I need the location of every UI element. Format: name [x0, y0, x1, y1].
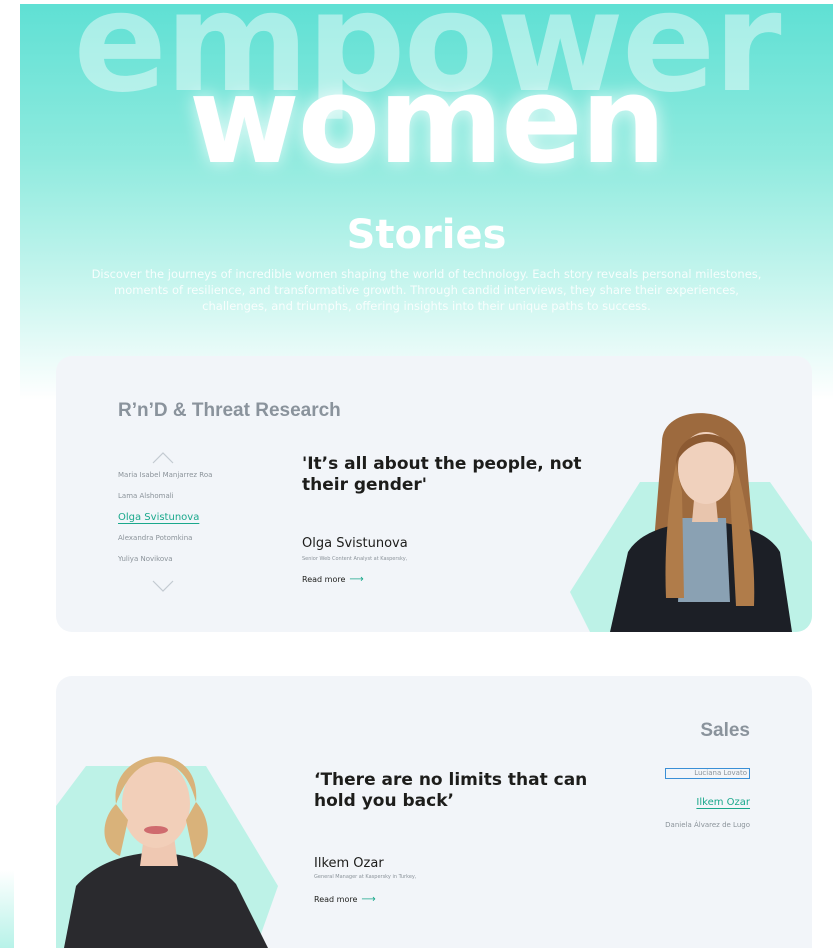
person-role: Senior Web Content Analyst at Kaspersky,: [302, 556, 408, 562]
hero-word-women: women: [188, 52, 666, 191]
portrait-photo-ilkem: [56, 716, 286, 948]
list-item[interactable]: Lama Alshomali: [118, 486, 212, 507]
hero-banner: empower women Stories Discover the journ…: [20, 4, 833, 400]
arrow-right-icon: ⟶: [361, 894, 376, 905]
chevron-down-icon[interactable]: [152, 580, 174, 592]
read-more-link[interactable]: Read more ⟶: [302, 574, 364, 585]
story-card-rnd: R’n’D & Threat Research Maria Isabel Man…: [56, 356, 812, 632]
list-item-focused[interactable]: Luciana Lovato: [665, 768, 750, 779]
people-list: Luciana Lovato Ilkem Ozar Daniela Álvare…: [665, 768, 750, 837]
read-more-label: Read more: [302, 575, 346, 584]
person-name: Olga Svistunova: [302, 536, 408, 551]
people-list: Maria Isabel Manjarrez Roa Lama Alshomal…: [118, 465, 212, 570]
list-item-active[interactable]: Olga Svistunova: [118, 507, 212, 528]
story-quote: ‘There are no limits that can hold you b…: [314, 770, 588, 811]
department-title: Sales: [700, 720, 750, 741]
portrait-photo-olga: [570, 402, 812, 632]
story-quote: 'It’s all about the people, not their ge…: [302, 454, 582, 495]
arrow-right-icon: ⟶: [349, 574, 364, 585]
chevron-up-icon[interactable]: [152, 452, 174, 464]
person-role: General Manager at Kaspersky in Turkey,: [314, 874, 417, 880]
read-more-label: Read more: [314, 895, 358, 904]
list-item[interactable]: Daniela Álvarez de Lugo: [665, 814, 750, 837]
list-item[interactable]: Yuliya Novikova: [118, 549, 212, 570]
page-title: Stories: [346, 212, 507, 258]
person-name: Ilkem Ozar: [314, 856, 384, 871]
list-item[interactable]: Alexandra Potomkina: [118, 528, 212, 549]
page-description: Discover the journeys of incredible wome…: [91, 267, 762, 313]
read-more-link[interactable]: Read more ⟶: [314, 894, 376, 905]
story-card-sales: ‘There are no limits that can hold you b…: [56, 676, 812, 948]
decorative-glow: [0, 870, 14, 948]
department-title: R’n’D & Threat Research: [118, 400, 341, 421]
list-item[interactable]: Maria Isabel Manjarrez Roa: [118, 465, 212, 486]
list-item-active[interactable]: Ilkem Ozar: [665, 791, 750, 814]
